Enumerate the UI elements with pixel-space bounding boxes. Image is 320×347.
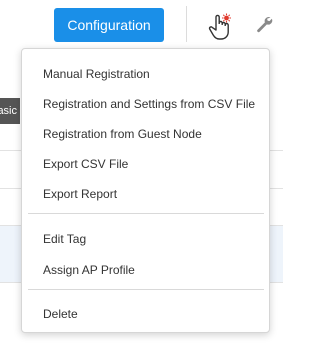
actions-dropdown-menu: Manual Registration Registration and Set…	[21, 48, 270, 333]
configuration-button[interactable]: Configuration	[54, 8, 164, 42]
menu-item-edit-tag[interactable]: Edit Tag	[22, 225, 269, 253]
menu-item-assign-ap-profile[interactable]: Assign AP Profile	[22, 256, 269, 284]
menu-item-registration-csv[interactable]: Registration and Settings from CSV File	[22, 90, 269, 118]
menu-item-manual-registration[interactable]: Manual Registration	[22, 60, 269, 88]
menu-separator	[28, 213, 264, 214]
menu-item-export-report[interactable]: Export Report	[22, 180, 269, 208]
menu-item-delete[interactable]: Delete	[22, 300, 269, 328]
menu-separator	[28, 289, 264, 290]
toolbar-divider	[186, 6, 187, 42]
menu-item-registration-guest-node[interactable]: Registration from Guest Node	[22, 120, 269, 148]
wrench-icon[interactable]	[255, 15, 273, 33]
tag-badge: asic	[0, 98, 20, 124]
hand-pointer-icon[interactable]	[207, 12, 233, 42]
menu-item-export-csv[interactable]: Export CSV File	[22, 150, 269, 178]
